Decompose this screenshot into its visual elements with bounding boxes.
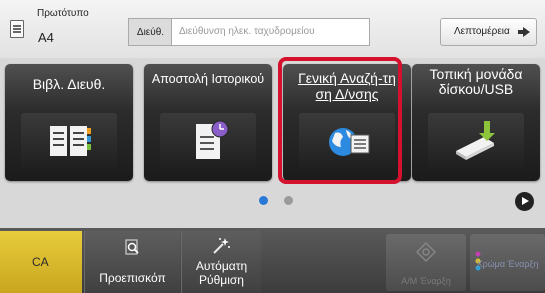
next-page-button[interactable] [515,192,534,211]
address-label-button[interactable]: Διεύθ. [128,18,172,46]
tile-send-history-label: Αποστολή Ιστορικού [151,72,265,86]
original-label: Πρωτότυπο [37,8,89,19]
color-start-button[interactable]: Χρώμα Έναρξη [470,234,545,291]
history-document-icon [196,120,229,159]
page-dot-inactive [284,196,293,205]
details-label: Λεπτομέρεια [454,26,510,37]
color-start-label: Χρώμα Έναρξη [476,259,539,269]
tile-send-history[interactable]: Αποστολή Ιστορικού [144,64,272,181]
usb-drive-icon [456,121,495,160]
details-button[interactable]: Λεπτομέρεια [440,18,537,46]
page-dot-active [259,196,268,205]
tile-icon-area [428,113,524,169]
tile-icon-area [160,113,256,169]
original-size-value[interactable]: A4 [38,30,54,45]
tile-local-drive-label: Τοπική μονάδα δίσκου/USB [429,66,523,97]
tile-icon-area [21,113,117,169]
selection-highlight [278,57,402,184]
bottom-bar: CA Προεπισκόπ Αυτόματη Ρύθμιση Α/Μ Έναρξ… [0,228,545,293]
clear-all-button[interactable]: CA [0,231,82,293]
address-book-icon [50,126,91,156]
magic-wand-icon [213,238,230,254]
tile-address-book-label: Βιβλ. Διευθ. [32,76,106,92]
auto-set-button[interactable]: Αυτόματη Ρύθμιση [181,231,261,293]
start-diamond-icon [416,242,436,262]
document-icon [10,20,24,38]
email-address-input[interactable]: Διεύθυνση ηλεκ. ταχυδρομείου [171,18,370,46]
screen: Πρωτότυπο A4 Διεύθ. Διεύθυνση ηλεκ. ταχυ… [0,0,545,293]
top-bar: Πρωτότυπο A4 Διεύθ. Διεύθυνση ηλεκ. ταχυ… [0,0,545,58]
bw-start-label: Α/Μ Έναρξη [401,276,451,286]
tile-local-drive-usb[interactable]: Τοπική μονάδα δίσκου/USB [412,64,540,181]
auto-set-label: Αυτόματη Ρύθμιση [195,259,248,287]
bw-start-button[interactable]: Α/Μ Έναρξη [386,234,466,291]
preview-label: Προεπισκόπ [99,271,166,285]
preview-magnifier-icon [125,239,139,255]
preview-button[interactable]: Προεπισκόπ [84,231,180,293]
arrow-right-icon [518,27,530,37]
tile-address-book[interactable]: Βιβλ. Διευθ. [5,64,133,181]
